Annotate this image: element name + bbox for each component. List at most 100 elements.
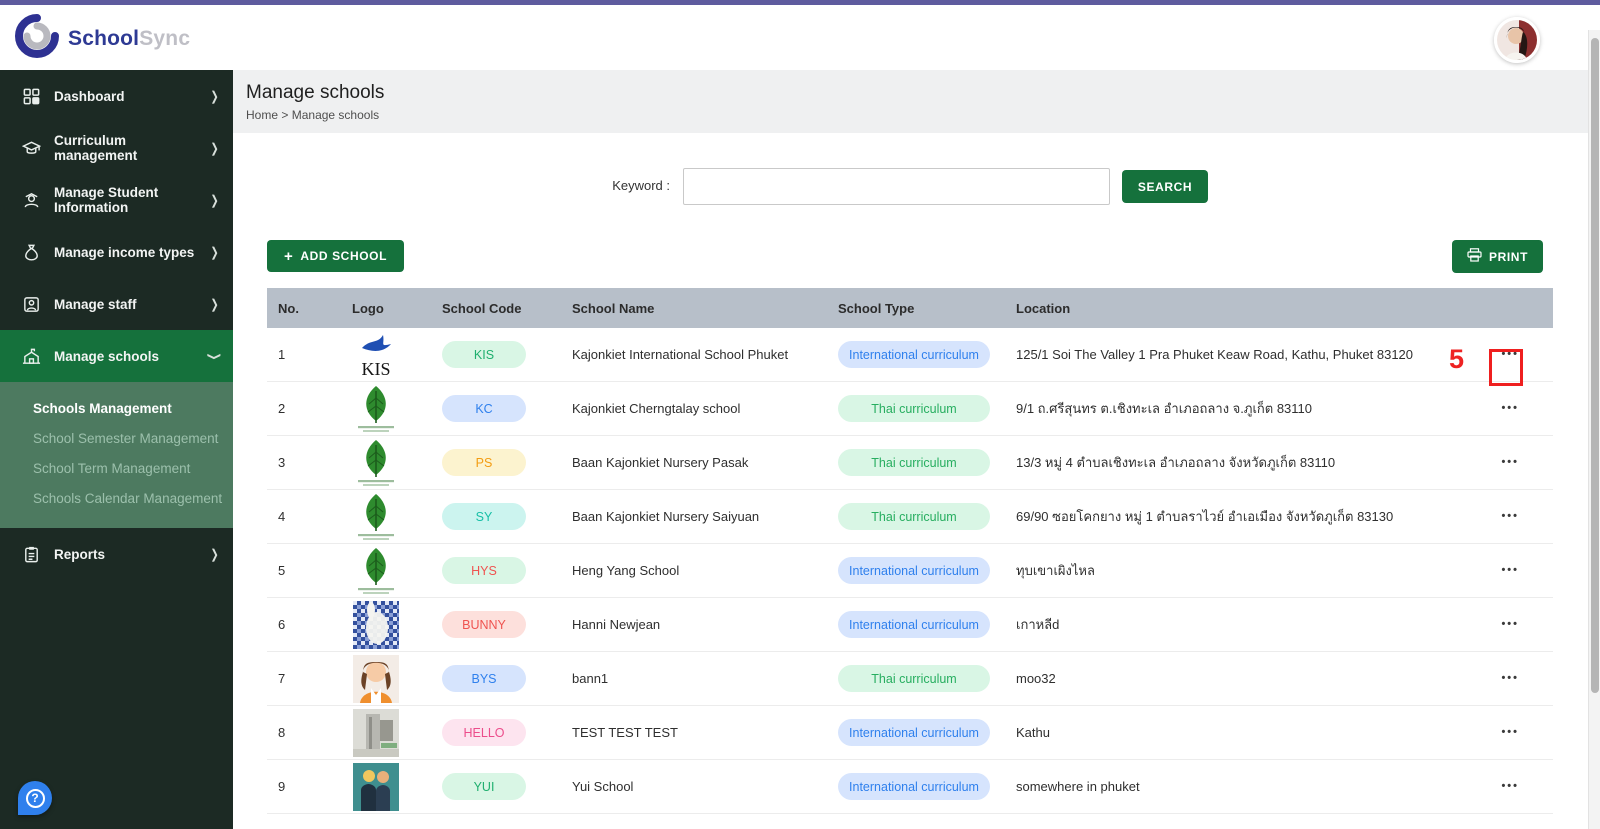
- cell-logo: [341, 654, 431, 703]
- cell-school-code: BUNNY: [431, 611, 561, 638]
- help-button[interactable]: ?: [18, 781, 52, 815]
- sidebar-item-label: Manage income types: [54, 244, 195, 260]
- school-type-badge: Thai curriculum: [838, 665, 990, 692]
- cell-school-type: Thai curriculum: [827, 503, 1005, 530]
- sidebar-item-label: Manage Student Information: [54, 185, 159, 215]
- sidebar-item-curriculum-management[interactable]: Curriculum management ❯: [0, 122, 233, 174]
- sidebar-item-label: Reports: [54, 546, 106, 562]
- submenu-item-schools-calendar-management[interactable]: Schools Calendar Management: [0, 484, 233, 514]
- sidebar-item-manage-student-information[interactable]: Manage Student Information ❯: [0, 174, 233, 226]
- cell-no: 8: [278, 725, 286, 740]
- cell-school-name: Baan Kajonkiet Nursery Pasak: [572, 455, 749, 470]
- row-actions-ellipsis-button[interactable]: •••: [1497, 667, 1523, 690]
- cell-no: 4: [278, 509, 286, 524]
- staff-icon: [20, 295, 42, 314]
- cell-school-type: International curriculum: [827, 719, 1005, 746]
- sidebar-item-manage-staff[interactable]: Manage staff ❯: [0, 278, 233, 330]
- cell-actions: •••: [1453, 667, 1553, 690]
- breadcrumb-current: Manage schools: [291, 108, 380, 122]
- row-actions-ellipsis-button[interactable]: •••: [1497, 505, 1523, 528]
- breadcrumb-home[interactable]: Home: [246, 108, 278, 122]
- scrollbar-track[interactable]: [1588, 30, 1600, 829]
- row-actions-ellipsis-button[interactable]: •••: [1497, 559, 1523, 582]
- cell-school-type: International curriculum: [827, 611, 1005, 638]
- sidebar-item-label: Manage schools: [54, 348, 160, 364]
- school-type-badge: International curriculum: [838, 773, 990, 800]
- keyword-label: Keyword :: [612, 178, 670, 193]
- cell-actions: •••: [1453, 559, 1553, 582]
- chevron-right-icon: ❯: [210, 141, 219, 156]
- cell-school-code: SY: [431, 503, 561, 530]
- cell-school-code: YUI: [431, 773, 561, 800]
- sidebar-item-reports[interactable]: Reports ❯: [0, 528, 233, 580]
- cell-school-type: International curriculum: [827, 557, 1005, 584]
- table-row: 1 KIS KIS Kajonkiet International School Ph…: [267, 328, 1553, 382]
- cell-location: Kathu: [1016, 725, 1050, 740]
- print-button[interactable]: PRINT: [1452, 240, 1543, 273]
- keyword-input[interactable]: [683, 168, 1110, 205]
- cell-no: 5: [278, 563, 286, 578]
- table-row: 4 SY Baan Kajonkiet Nursery Saiyuan Thai cu…: [267, 490, 1553, 544]
- school-code-badge: YUI: [442, 773, 526, 800]
- cell-logo: [341, 439, 431, 487]
- cell-school-name: Kajonkiet Cherngtalay school: [572, 401, 741, 416]
- cell-school-name: Yui School: [572, 779, 634, 794]
- cell-location: 13/3 หมู่ 4 ตำบลเชิงทะเล อำเภอถลาง จังหว…: [1016, 455, 1336, 470]
- school-type-badge: International curriculum: [838, 557, 990, 584]
- student-icon: [20, 191, 42, 210]
- submenu-item-school-semester-management[interactable]: School Semester Management: [0, 424, 233, 454]
- sidebar-item-dashboard[interactable]: Dashboard ❯: [0, 70, 233, 122]
- submenu-item-school-term-management[interactable]: School Term Management: [0, 454, 233, 484]
- school-logo-kis-icon: KIS: [352, 331, 400, 379]
- search-button[interactable]: SEARCH: [1122, 170, 1208, 203]
- sidebar-item-manage-schools[interactable]: Manage schools ❯: [0, 330, 233, 382]
- row-actions-ellipsis-button[interactable]: •••: [1497, 721, 1523, 744]
- row-actions-ellipsis-button[interactable]: •••: [1497, 613, 1523, 636]
- school-type-badge: International curriculum: [838, 611, 990, 638]
- col-header-logo: Logo: [352, 300, 384, 316]
- school-logo-men-icon: [352, 762, 400, 811]
- breadcrumb-separator: >: [281, 108, 289, 122]
- cell-actions: •••: [1453, 775, 1553, 798]
- grid-icon: [20, 87, 42, 106]
- cell-school-code: HYS: [431, 557, 561, 584]
- school-code-badge: SY: [442, 503, 526, 530]
- row-actions-ellipsis-button[interactable]: •••: [1497, 397, 1523, 420]
- cell-no: 7: [278, 671, 286, 686]
- cell-no: 3: [278, 455, 286, 470]
- chevron-right-icon: ❯: [210, 89, 219, 104]
- page-title: Manage schools: [246, 82, 385, 103]
- row-actions-ellipsis-button[interactable]: •••: [1497, 451, 1523, 474]
- scrollbar-thumb[interactable]: [1591, 38, 1599, 693]
- school-type-badge: International curriculum: [838, 719, 990, 746]
- school-type-badge: International curriculum: [838, 341, 990, 368]
- add-school-button[interactable]: + ADD SCHOOL: [267, 240, 404, 272]
- cell-location: เกาหลีd: [1016, 617, 1060, 632]
- cell-school-type: International curriculum: [827, 773, 1005, 800]
- table-header-row: No. Logo School Code School Name School …: [267, 288, 1553, 328]
- brand-logo[interactable]: SchoolSync: [14, 13, 190, 64]
- som-annotation-box: [1489, 349, 1523, 386]
- schools-table: No. Logo School Code School Name School …: [267, 288, 1553, 814]
- user-avatar[interactable]: [1494, 17, 1540, 63]
- sidebar-submenu: Schools Management School Semester Manag…: [0, 382, 233, 528]
- app-window: SchoolSync Dashboard ❯ Curriculum manage…: [0, 0, 1600, 829]
- school-code-badge: BUNNY: [442, 611, 526, 638]
- school-logo-leaf-icon: [352, 493, 400, 541]
- sidebar-item-label: Curriculum management: [54, 133, 138, 163]
- cell-location: 9/1 ถ.ศรีสุนทร ต.เชิงทะเล อำเภอถลาง จ.ภู…: [1016, 401, 1313, 416]
- cell-school-type: Thai curriculum: [827, 395, 1005, 422]
- sidebar-item-manage-income-types[interactable]: Manage income types ❯: [0, 226, 233, 278]
- chevron-right-icon: ❯: [210, 547, 219, 562]
- submenu-item-schools-management[interactable]: Schools Management: [0, 394, 233, 424]
- cell-no: 6: [278, 617, 286, 632]
- table-row: 6 BUNNY Hanni Newjean International curricu…: [267, 598, 1553, 652]
- report-icon: [20, 545, 42, 564]
- page-header-band: Manage schools Home > Manage schools: [233, 70, 1600, 133]
- cell-logo: [341, 708, 431, 757]
- row-actions-ellipsis-button[interactable]: •••: [1497, 775, 1523, 798]
- cell-school-code: HELLO: [431, 719, 561, 746]
- som-annotation-number: 5: [1449, 344, 1465, 374]
- school-icon: [20, 347, 42, 366]
- cell-school-code: KC: [431, 395, 561, 422]
